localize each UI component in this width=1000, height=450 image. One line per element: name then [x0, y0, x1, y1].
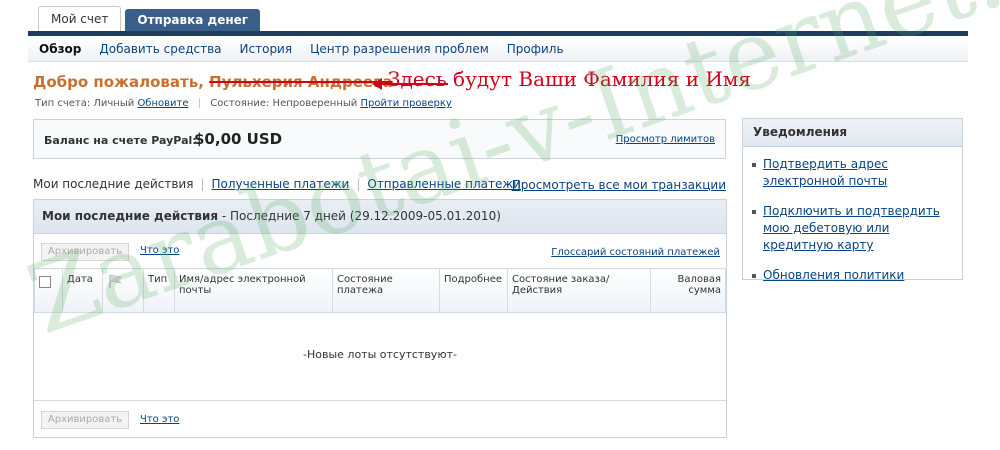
annotation-text: Здесь будут Ваши Фамилия и Имя [388, 67, 751, 91]
balance-amount: $0,00 USD [194, 130, 283, 148]
panel-toolbar: Архивировать Что это Глоссарий состояний… [34, 234, 726, 267]
col-details: Подробнее [439, 268, 508, 313]
balance-box: Баланс на счете PayPal: $0,00 USD Просмо… [33, 119, 726, 159]
select-all-header [34, 268, 63, 313]
activity-current: Мои последние действия [33, 177, 194, 191]
tab-send-money[interactable]: Отправка денег [125, 9, 261, 31]
flag-icon [109, 274, 122, 288]
divider: | [197, 98, 202, 109]
col-order-status: Состояние заказа/Действия [507, 268, 651, 313]
archive-button[interactable]: Архивировать [41, 243, 129, 261]
received-payments-link[interactable]: Полученные платежи [212, 177, 350, 191]
view-all-transactions-link[interactable]: Просмотреть все мои транзакции [512, 178, 726, 192]
col-name-email[interactable]: Имя/адрес электронной почты [174, 268, 333, 313]
select-all-checkbox[interactable] [39, 276, 51, 288]
list-item: Подтвердить адрес электронной почты [752, 156, 954, 190]
panel-date-range: - Последние 7 дней (29.12.2009-05.01.201… [218, 209, 501, 223]
what-is-link-bottom[interactable]: Что это [140, 414, 179, 425]
sub-navigation: Обзор Добавить средства История Центр ра… [28, 37, 968, 62]
verify-link[interactable]: Пройти проверку [360, 98, 451, 109]
col-gross-amount[interactable]: Валовая сумма [650, 268, 726, 313]
update-link[interactable]: Обновите [137, 98, 188, 109]
account-info: Тип счета: Личный Обновите | Состояние: … [35, 98, 452, 109]
col-type[interactable]: Тип [143, 268, 175, 313]
subnav-add-funds[interactable]: Добавить средства [90, 42, 230, 56]
activity-filter-links: Мои последние действия | Полученные плат… [33, 177, 521, 191]
policy-updates-link[interactable]: Обновления политики [763, 268, 904, 282]
col-date[interactable]: Дата [62, 268, 103, 313]
payment-status-glossary-link[interactable]: Глоссарий состояний платежей [551, 247, 720, 258]
notifications-title: Уведомления [743, 119, 962, 147]
account-type: Тип счета: Личный [35, 98, 135, 109]
tab-bar [28, 31, 968, 36]
list-item: Обновления политики [752, 267, 954, 284]
welcome-prefix: Добро пожаловать, [33, 73, 204, 91]
link-card-link[interactable]: Подключить и подтвердить мою дебетовую и… [763, 204, 940, 252]
balance-label: Баланс на счете PayPal: [44, 134, 197, 147]
subnav-resolution-center[interactable]: Центр разрешения проблем [301, 42, 498, 56]
recent-activity-panel: Мои последние действия - Последние 7 дне… [33, 199, 727, 438]
panel-footer: Архивировать Что это [34, 400, 726, 438]
notifications-box: Уведомления Подтвердить адрес электронно… [742, 118, 963, 282]
empty-message: -Новые лоты отсутствуют- [303, 348, 457, 361]
table-header-row: Дата Тип Имя/адрес электронной почты Сос… [34, 268, 726, 313]
welcome-heading: Добро пожаловать, Пульхерия Андреева [33, 73, 393, 91]
view-limits-link[interactable]: Просмотр лимитов [616, 134, 715, 145]
subnav-history[interactable]: История [231, 42, 302, 56]
transactions-table: Дата Тип Имя/адрес электронной почты Сос… [34, 268, 726, 313]
confirm-email-link[interactable]: Подтвердить адрес электронной почты [763, 157, 888, 188]
tab-my-account[interactable]: Мой счет [38, 6, 122, 31]
divider: | [356, 177, 361, 191]
panel-header: Мои последние действия - Последние 7 дне… [34, 200, 726, 234]
col-flag [102, 268, 144, 313]
account-status: Состояние: Непроверенный [210, 98, 358, 109]
list-item: Подключить и подтвердить мою дебетовую и… [752, 203, 954, 254]
what-is-link[interactable]: Что это [140, 245, 179, 256]
archive-button-bottom[interactable]: Архивировать [41, 411, 129, 429]
subnav-profile[interactable]: Профиль [498, 42, 573, 56]
subnav-overview[interactable]: Обзор [28, 42, 90, 56]
divider: | [200, 177, 205, 191]
user-name: Пульхерия Андреева [209, 73, 393, 91]
notifications-list: Подтвердить адрес электронной почты Подк… [743, 147, 962, 284]
main-tabs: Мой счет Отправка денег [38, 6, 261, 31]
panel-title: Мои последние действия [42, 209, 219, 223]
col-payment-status[interactable]: Состояние платежа [332, 268, 440, 313]
sent-payments-link[interactable]: Отправленные платежи [367, 177, 521, 191]
